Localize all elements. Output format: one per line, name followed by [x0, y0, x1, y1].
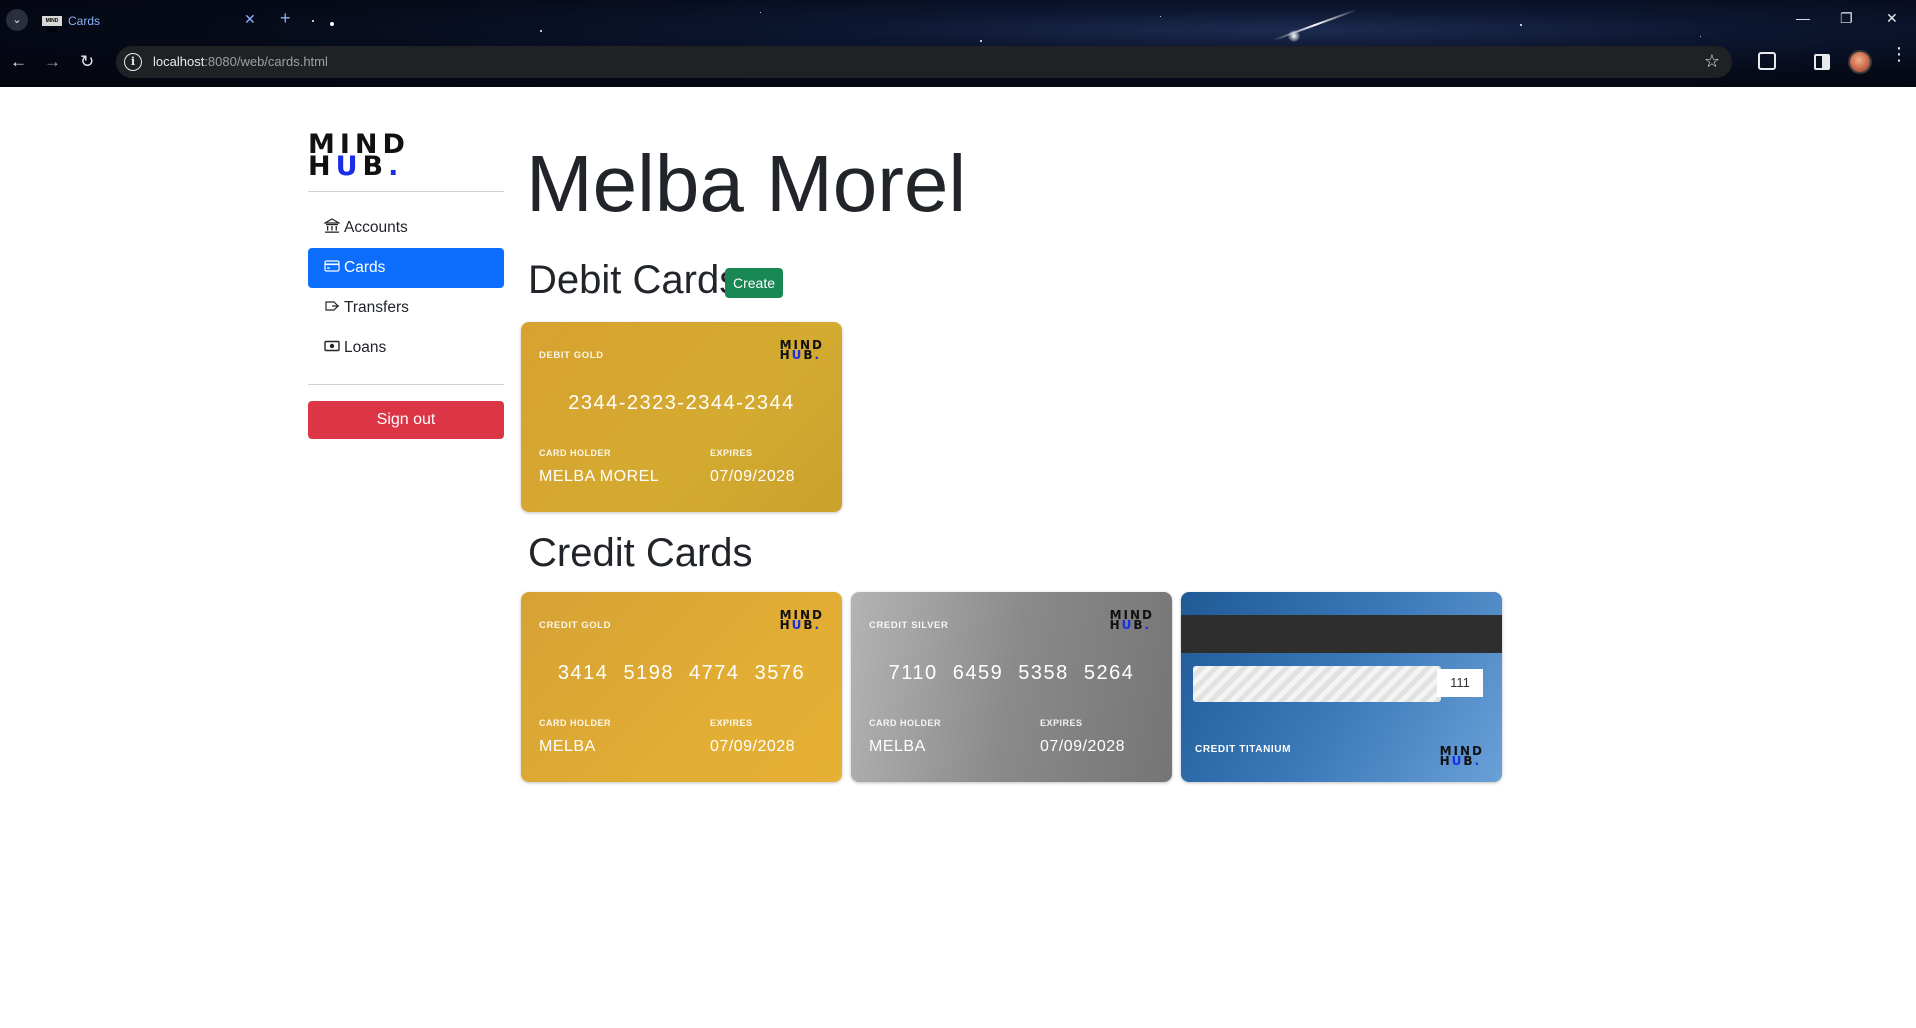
card-mindhub-logo: MIND HUB. [1439, 744, 1484, 768]
browser-menu-icon[interactable]: ⋮ [1890, 45, 1908, 63]
card-holder-name: MELBA [539, 738, 596, 755]
sidebar-divider [308, 384, 504, 385]
sidebar-item-label: Accounts [344, 219, 408, 236]
mindhub-logo[interactable]: MIND HUB. [308, 131, 410, 180]
bank-icon [324, 218, 340, 233]
tab-search-button[interactable]: ⌄ [6, 9, 28, 31]
cash-icon [324, 340, 340, 352]
sidebar-item-label: Transfers [344, 299, 409, 316]
forward-icon[interactable]: → [44, 52, 61, 72]
sidebar-divider [308, 191, 504, 192]
close-window-icon[interactable]: ✕ [1886, 10, 1898, 27]
card-holder-label: CARD HOLDER [539, 718, 611, 728]
sidebar-item-cards[interactable]: Cards [308, 248, 504, 288]
star-decoration [760, 12, 761, 13]
card-expiry-date: 07/09/2028 [710, 738, 796, 755]
star-decoration [540, 30, 542, 32]
sidebar-item-accounts[interactable]: Accounts [308, 208, 504, 248]
profile-avatar[interactable] [1848, 50, 1872, 74]
favicon-icon: MIND HUB [42, 16, 62, 34]
sidebar-item-transfers[interactable]: Transfers [308, 288, 504, 328]
transfer-icon [325, 301, 339, 311]
credit-card[interactable]: CREDIT GOLD MIND HUB. 3414 5198 4774 3576… [521, 592, 842, 782]
logo-letter: B [362, 151, 389, 182]
browser-tab[interactable]: MIND HUB Cards ✕ [34, 6, 266, 40]
logo-letter-accent: U [335, 151, 363, 182]
card-number: 3414 5198 4774 3576 [557, 662, 806, 684]
bookmark-star-icon[interactable]: ☆ [1704, 51, 1720, 72]
star-decoration [1160, 16, 1161, 17]
back-icon[interactable]: ← [10, 52, 27, 72]
tab-title: Cards [68, 14, 101, 28]
restore-icon[interactable]: ❐ [1840, 10, 1853, 27]
card-type: DEBIT GOLD [539, 350, 604, 361]
side-panel-icon[interactable] [1814, 54, 1830, 70]
star-decoration [1520, 24, 1522, 26]
sidebar-item-loans[interactable]: Loans [308, 328, 504, 368]
sign-out-button[interactable]: Sign out [308, 401, 504, 439]
card-mindhub-logo: MIND HUB. [779, 338, 824, 362]
card-number: 7110 6459 5358 5264 [888, 662, 1135, 684]
url-text[interactable]: localhost:8080/web/cards.html [153, 54, 328, 69]
star-decoration [330, 22, 334, 26]
address-bar[interactable]: i localhost:8080/web/cards.html ☆ [116, 46, 1732, 78]
page-title: Melba Morel [526, 139, 967, 228]
browser-chrome: ⌄ MIND HUB Cards ✕ + — ❐ ✕ ← → ↻ i local… [0, 0, 1916, 87]
signature-panel [1193, 666, 1441, 702]
magnetic-strip [1181, 615, 1502, 653]
card-holder-label: CARD HOLDER [869, 718, 941, 728]
card-expiry-date: 07/09/2028 [710, 468, 796, 485]
card-mindhub-logo: MIND HUB. [1109, 608, 1154, 632]
extensions-icon[interactable] [1758, 52, 1776, 70]
card-expires-label: EXPIRES [710, 448, 753, 458]
card-holder-label: CARD HOLDER [539, 448, 611, 458]
card-cvv: 111 [1437, 669, 1483, 697]
star-decoration [980, 40, 982, 42]
card-expiry-date: 07/09/2028 [1040, 738, 1126, 755]
star-flare-decoration [1288, 30, 1300, 42]
credit-card[interactable]: CREDIT SILVER MIND HUB. 7110 6459 5358 52… [851, 592, 1172, 782]
create-card-button[interactable]: Create [725, 268, 783, 298]
card-holder-name: MELBA MOREL [539, 468, 660, 485]
card-holder-name: MELBA [869, 738, 926, 755]
credit-card-icon [324, 260, 340, 272]
debit-cards-title: Debit Cards [528, 258, 740, 302]
url-host: localhost [153, 54, 205, 69]
credit-cards-title: Credit Cards [528, 531, 753, 575]
star-decoration [1700, 36, 1701, 37]
logo-line-2: HUB. [308, 153, 410, 180]
card-type: CREDIT SILVER [869, 620, 949, 631]
card-expires-label: EXPIRES [710, 718, 753, 728]
debit-card[interactable]: DEBIT GOLD MIND HUB. 2344-2323-2344-2344 … [521, 322, 842, 512]
new-tab-button[interactable]: + [280, 8, 291, 29]
sidebar-item-label: Loans [344, 339, 387, 356]
logo-dot: . [388, 151, 404, 182]
reload-icon[interactable]: ↻ [80, 52, 94, 72]
site-info-icon[interactable]: i [124, 53, 142, 71]
sidebar-item-label: Cards [344, 259, 386, 276]
url-path: :8080/web/cards.html [204, 54, 328, 69]
star-flare-decoration [1272, 8, 1358, 42]
credit-card-back[interactable]: 111 CREDIT TITANIUM MIND HUB. [1181, 592, 1502, 782]
card-expires-label: EXPIRES [1040, 718, 1083, 728]
card-type: CREDIT GOLD [539, 620, 612, 631]
star-decoration [312, 20, 314, 22]
card-mindhub-logo: MIND HUB. [779, 608, 824, 632]
minimize-icon[interactable]: — [1796, 10, 1810, 26]
card-type: CREDIT TITANIUM [1195, 744, 1292, 755]
card-number: 2344-2323-2344-2344 [568, 392, 795, 414]
close-tab-icon[interactable]: ✕ [244, 11, 256, 28]
logo-letter: H [308, 151, 336, 182]
